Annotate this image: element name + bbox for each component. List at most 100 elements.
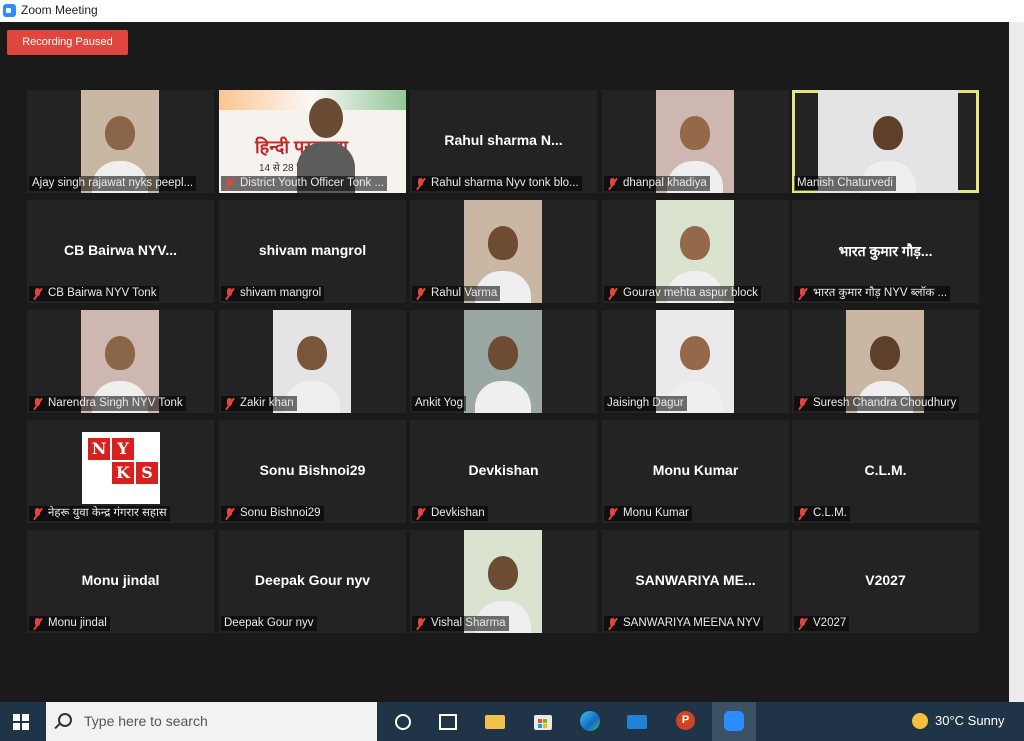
participant-tile[interactable]: Ajay singh rajawat nyks peepl... [27,90,214,193]
participant-tile[interactable]: Devkishan Devkishan [410,420,597,523]
participant-tile[interactable]: Sonu Bishnoi29 Sonu Bishnoi29 [219,420,406,523]
participant-tile[interactable]: Monu Kumar Monu Kumar [602,420,789,523]
task-view-icon[interactable] [391,711,413,731]
participant-tile[interactable]: Vishal Sharma [410,530,597,633]
muted-mic-icon [224,507,236,520]
participant-tile[interactable]: Jaisingh Dagur [602,310,789,413]
participant-name-label: Monu jindal [29,616,110,631]
participant-name: CB Bairwa NYV Tonk [48,287,157,299]
zoom-icon [724,711,744,731]
participant-display-name: CB Bairwa NYV... [63,242,178,258]
participant-name-label: नेहरू युवा केन्द्र गंगरार सहास [29,506,170,521]
store-icon[interactable] [532,711,554,731]
participant-name-label: CB Bairwa NYV Tonk [29,286,160,301]
participant-tile[interactable]: Manish Chaturvedi [792,90,979,193]
search-placeholder: Type here to search [84,713,208,729]
participant-name-label: SANWARIYA MEENA NYV [604,616,764,631]
muted-mic-icon [224,287,236,300]
window-titlebar: Zoom Meeting [0,0,1024,22]
participant-name: SANWARIYA MEENA NYV [623,617,761,629]
search-icon [58,713,72,727]
participant-video [464,310,542,413]
zoom-app-icon [3,4,16,17]
participant-name: Vishal Sharma [431,617,506,629]
start-icon[interactable] [13,714,29,730]
participant-tile[interactable]: V2027 V2027 [792,530,979,633]
participant-name: भारत कुमार गौड़ NYV ब्लॉक ... [813,287,948,299]
participant-name-label: भारत कुमार गौड़ NYV ब्लॉक ... [794,286,951,301]
participant-tile[interactable]: Monu jindal Monu jindal [27,530,214,633]
participant-name-label: dhanpal khadiya [604,176,710,191]
participant-name: C.L.M. [813,507,847,519]
participant-tile[interactable]: shivam mangrol shivam mangrol [219,200,406,303]
logo-letter: N [88,438,110,460]
muted-mic-icon [415,617,427,630]
muted-mic-icon [224,397,236,410]
participant-tile[interactable]: Deepak Gour nyv Deepak Gour nyv [219,530,406,633]
participant-display-name: Monu Kumar [652,462,739,478]
participant-name: Gourav mehta aspur block [623,287,758,299]
participant-display-name: Deepak Gour nyv [254,572,371,588]
windows-taskbar: Type here to search P 30°C Sunny [0,702,1024,741]
participant-name: Manish Chaturvedi [797,177,893,189]
participant-name-label: Zakir khan [221,396,297,411]
participant-name-label: Gourav mehta aspur block [604,286,761,301]
participant-tile[interactable]: Suresh Chandra Choudhury [792,310,979,413]
participant-tile[interactable]: हिन्दी पखवाड़ा14 से 28 सितम्बर 2021Distr… [219,90,406,193]
widgets-icon[interactable] [436,711,458,731]
participant-name-label: C.L.M. [794,506,850,521]
muted-mic-icon [797,287,809,300]
participant-display-name: Devkishan [468,462,539,478]
participant-name-label: Deepak Gour nyv [221,616,317,631]
participant-name: Jaisingh Dagur [607,397,684,409]
zoom-taskbar-button[interactable] [712,702,756,741]
muted-mic-icon [797,617,809,630]
file-explorer-icon[interactable] [484,711,506,731]
participant-tile[interactable]: CB Bairwa NYV... CB Bairwa NYV Tonk [27,200,214,303]
muted-mic-icon [32,397,44,410]
muted-mic-icon [415,287,427,300]
participant-display-name: भारत कुमार गौड़... [838,243,933,259]
taskbar-search-box[interactable]: Type here to search [46,702,377,741]
participant-tile[interactable]: SANWARIYA ME... SANWARIYA MEENA NYV [602,530,789,633]
participant-name-label: Narendra Singh NYV Tonk [29,396,186,411]
muted-mic-icon [607,617,619,630]
participant-name: Deepak Gour nyv [224,617,314,629]
participant-name: shivam mangrol [240,287,322,299]
participant-tile[interactable]: Narendra Singh NYV Tonk [27,310,214,413]
recording-paused-button[interactable]: Recording Paused [7,30,128,55]
participant-tile[interactable]: Zakir khan [219,310,406,413]
participant-tile[interactable]: भारत कुमार गौड़... भारत कुमार गौड़ NYV ब्… [792,200,979,303]
powerpoint-icon[interactable]: P [674,711,696,731]
nyks-logo-icon: NYKS [82,432,160,504]
participant-name-label: Vishal Sharma [412,616,509,631]
participant-display-name: shivam mangrol [258,242,367,258]
participant-name-label: shivam mangrol [221,286,325,301]
participant-name: Ankit Yog [415,397,463,409]
meeting-gallery-view: Recording Paused Ajay singh rajawat nyks… [0,22,1009,702]
participant-tile[interactable]: Rahul sharma N... Rahul sharma Nyv tonk b… [410,90,597,193]
participant-tile[interactable]: Rahul Varma [410,200,597,303]
weather-readout[interactable]: 30°C Sunny [935,713,1005,728]
muted-mic-icon [607,177,619,190]
participant-tile[interactable]: dhanpal khadiya [602,90,789,193]
participant-display-name: C.L.M. [864,462,907,478]
logo-letter: S [136,462,158,484]
participant-tile[interactable]: Ankit Yog [410,310,597,413]
participant-name-label: Rahul Varma [412,286,501,301]
muted-mic-icon [32,287,44,300]
participant-tile[interactable]: C.L.M. C.L.M. [792,420,979,523]
mail-icon[interactable] [626,711,648,731]
participant-tile[interactable]: Gourav mehta aspur block [602,200,789,303]
participant-name: Devkishan [431,507,485,519]
edge-icon[interactable] [579,711,601,731]
participant-name: Suresh Chandra Choudhury [813,397,957,409]
participant-name: Rahul Varma [431,287,498,299]
logo-letter: Y [112,438,134,460]
participant-display-name: SANWARIYA ME... [635,572,756,588]
participant-tile[interactable]: N Y K S नेहरू युवा केन्द्र गंगरार सहास [27,420,214,523]
participant-name-label: Sonu Bishnoi29 [221,506,324,521]
participant-name-label: Ajay singh rajawat nyks peepl... [29,176,197,191]
participant-name: Rahul sharma Nyv tonk blo... [431,177,579,189]
muted-mic-icon [224,177,236,190]
